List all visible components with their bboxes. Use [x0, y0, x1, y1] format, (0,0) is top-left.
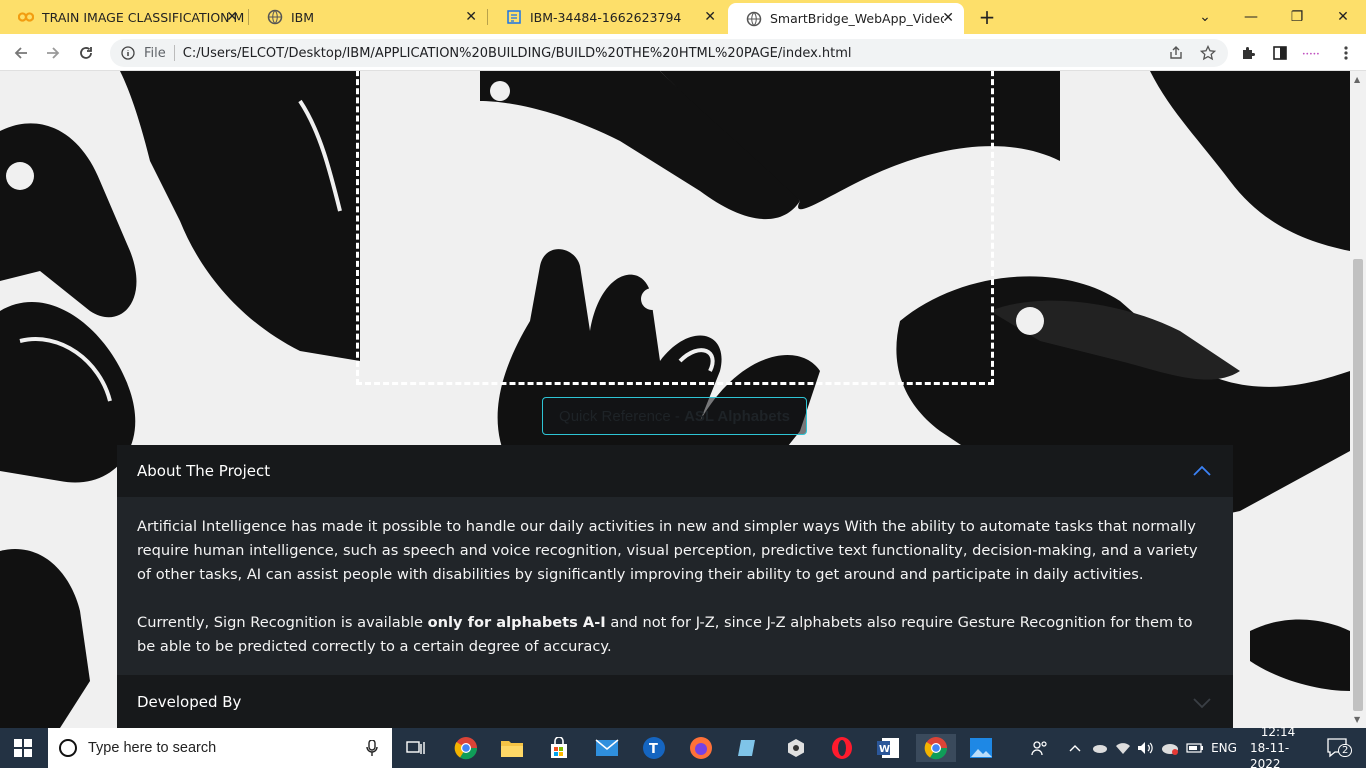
close-window-button[interactable]: ✕: [1320, 0, 1366, 34]
tab-title: IBM-34484-1662623794: [530, 9, 682, 25]
scroll-up-arrow-icon[interactable]: ▲: [1354, 75, 1360, 84]
developed-by-title: Developed By: [137, 692, 242, 711]
chevron-up-icon[interactable]: [1193, 463, 1211, 481]
quick-reference-button[interactable]: Quick Reference - ASL Alphabets: [542, 397, 807, 435]
url-text: C:/Users/ELCOT/Desktop/IBM/APPLICATION%2…: [182, 45, 852, 61]
tab-title: IBM: [291, 9, 315, 25]
about-the-project-body: Artificial Intelligence has made it poss…: [117, 497, 1233, 675]
store-icon[interactable]: [544, 734, 574, 762]
scroll-down-arrow-icon[interactable]: ▼: [1354, 715, 1360, 724]
new-tab-button[interactable]: +: [975, 0, 999, 34]
task-view-icon[interactable]: [401, 734, 431, 762]
search-placeholder: Type here to search: [88, 740, 217, 756]
chevron-up-tray-icon[interactable]: [1066, 728, 1084, 768]
tab-search-dropdown-icon[interactable]: ⌄: [1192, 0, 1218, 34]
notification-center-icon[interactable]: 2: [1318, 728, 1358, 768]
profile-avatar[interactable]: •••••: [1300, 40, 1326, 66]
clock-date: 18-11-2022: [1250, 741, 1290, 771]
tab-title: SmartBridge_WebApp_VideoTem: [770, 11, 944, 26]
tab-ibm-project[interactable]: IBM-34484-1662623794 ✕: [488, 0, 726, 34]
opera-icon[interactable]: [827, 734, 857, 762]
chevron-down-icon[interactable]: [1193, 695, 1211, 713]
forward-arrow-icon[interactable]: [40, 40, 66, 66]
network-drive-icon[interactable]: [1090, 728, 1110, 768]
mail-icon[interactable]: [592, 734, 622, 762]
share-icon[interactable]: [1168, 45, 1184, 65]
file-explorer-icon[interactable]: [497, 734, 527, 762]
chrome-active-icon[interactable]: [916, 734, 956, 762]
reload-icon[interactable]: [73, 40, 99, 66]
settings-icon[interactable]: [781, 734, 811, 762]
photos-icon[interactable]: [966, 734, 996, 762]
project-accordion: About The Project Artificial Intelligenc…: [117, 445, 1233, 728]
about-paragraph-1: Artificial Intelligence has made it poss…: [137, 518, 1198, 583]
side-panel-icon[interactable]: [1267, 40, 1293, 66]
address-bar[interactable]: File C:/Users/ELCOT/Desktop/IBM/APPLICAT…: [110, 39, 1228, 67]
web-page: Quick Reference - ASL Alphabets About Th…: [0, 71, 1350, 728]
minimize-button[interactable]: —: [1228, 0, 1274, 34]
bookmark-star-icon[interactable]: [1199, 44, 1217, 65]
browser-menu-icon[interactable]: [1333, 40, 1359, 66]
people-icon[interactable]: [1028, 728, 1052, 768]
notification-count-badge: 2: [1338, 744, 1353, 757]
info-icon[interactable]: [120, 45, 136, 61]
svg-text:W: W: [879, 744, 890, 755]
firefox-icon[interactable]: [686, 734, 716, 762]
battery-icon[interactable]: [1184, 728, 1206, 768]
globe-icon: [746, 11, 762, 27]
taskbar-search-box[interactable]: Type here to search: [48, 728, 392, 768]
address-prefix: File: [144, 45, 166, 61]
language-indicator[interactable]: ENG: [1208, 728, 1240, 768]
tab-ibm[interactable]: IBM ✕: [249, 0, 487, 34]
search-icon: [58, 738, 78, 758]
weather-cloud-icon[interactable]: [1159, 728, 1181, 768]
colab-icon: [18, 9, 34, 25]
browser-toolbar: File C:/Users/ELCOT/Desktop/IBM/APPLICAT…: [0, 34, 1366, 71]
restore-button[interactable]: ❐: [1274, 0, 1320, 34]
extensions-puzzle-icon[interactable]: [1235, 40, 1261, 66]
page-scrollbar[interactable]: ▲ ▼: [1350, 71, 1366, 728]
developed-by-header[interactable]: Developed By: [117, 675, 1233, 728]
scrollbar-thumb[interactable]: [1353, 259, 1363, 711]
about-the-project-header[interactable]: About The Project: [117, 445, 1233, 497]
back-arrow-icon[interactable]: [8, 40, 34, 66]
windows-taskbar: Type here to search T W ENG 12:14 18-11-…: [0, 725, 1366, 771]
alphabets-limit-emphasis: only for alphabets A-I: [427, 614, 606, 631]
close-tab-icon[interactable]: ✕: [465, 9, 477, 25]
video-feed-frame: [356, 71, 994, 385]
notes-icon[interactable]: [733, 734, 763, 762]
ibm-doc-icon: [506, 9, 522, 25]
close-tab-icon[interactable]: ✕: [942, 10, 954, 26]
globe-icon: [267, 9, 283, 25]
quick-reference-bold: ASL Alphabets: [684, 407, 790, 425]
svg-text:•••••: •••••: [1302, 51, 1320, 58]
tab-train-image-classification[interactable]: TRAIN IMAGE CLASSIFICATION M ✕: [0, 0, 248, 34]
close-tab-icon[interactable]: ✕: [226, 9, 238, 25]
volume-icon[interactable]: [1136, 728, 1156, 768]
browser-tab-strip: TRAIN IMAGE CLASSIFICATION M ✕ IBM ✕ IBM…: [0, 0, 1366, 34]
windows-start-icon[interactable]: [8, 734, 38, 762]
clock[interactable]: 12:14 18-11-2022: [1250, 725, 1306, 771]
about-the-project-title: About The Project: [137, 462, 271, 480]
quick-reference-prefix: Quick Reference -: [559, 407, 685, 425]
tab-smartbridge-webapp[interactable]: SmartBridge_WebApp_VideoTem ✕: [728, 3, 964, 34]
word-icon[interactable]: W: [873, 734, 903, 762]
clock-time: 12:14: [1260, 725, 1296, 739]
about-paragraph-2: Currently, Sign Recognition is available…: [137, 614, 1193, 655]
chrome-icon[interactable]: [451, 734, 481, 762]
wifi-icon[interactable]: [1113, 728, 1133, 768]
microphone-icon[interactable]: [366, 739, 378, 760]
close-tab-icon[interactable]: ✕: [704, 9, 716, 25]
svg-text:T: T: [649, 742, 658, 757]
tool-icon[interactable]: T: [639, 734, 669, 762]
tab-title: TRAIN IMAGE CLASSIFICATION M: [42, 9, 245, 25]
